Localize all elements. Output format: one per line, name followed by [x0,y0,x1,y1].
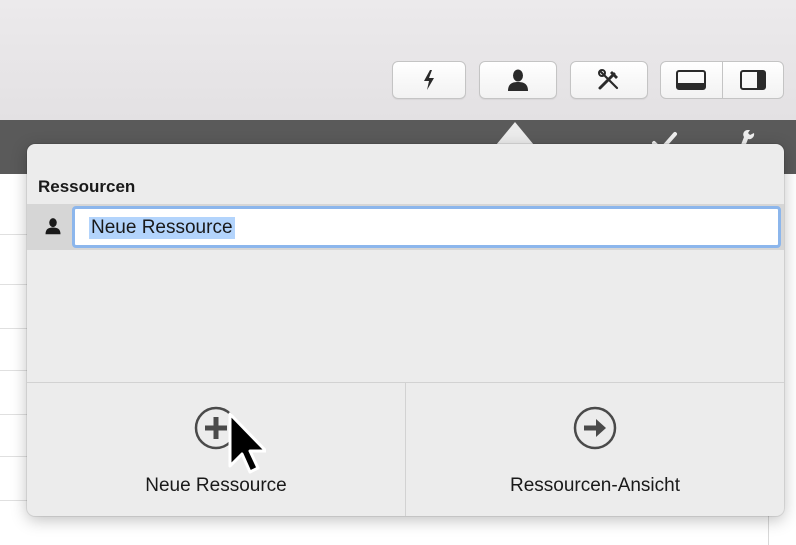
popover-title: Ressourcen [38,177,136,196]
side-panel-button[interactable] [721,62,784,98]
bottom-panel-button[interactable] [661,62,722,98]
side-panel-icon [739,70,766,90]
resource-name-input[interactable]: Neue Ressource [72,206,781,248]
tools-icon [598,69,619,90]
person-icon [508,69,528,91]
tools-button[interactable] [570,61,648,99]
popover-arrow [496,122,534,145]
new-resource-label: Neue Ressource [145,475,287,496]
resource-row[interactable]: Neue Ressource [27,204,784,250]
window-toolbar [0,0,796,121]
new-resource-button[interactable]: Neue Ressource [27,382,405,516]
arrow-right-circle-icon [573,406,617,450]
resources-button[interactable] [479,61,557,99]
resources-popover: Ressourcen Neue Ressource Neue Ressource… [27,144,784,516]
lightning-icon [424,70,434,90]
view-mode-segmented-control [660,61,784,99]
mouse-cursor-icon [228,412,266,474]
resource-name-selected-text: Neue Ressource [89,217,235,239]
person-icon [45,218,61,235]
resources-view-label: Ressourcen-Ansicht [509,475,681,496]
resources-view-button[interactable]: Ressourcen-Ansicht [406,382,784,516]
bottom-panel-icon [676,70,707,90]
lightning-button[interactable] [392,61,466,99]
